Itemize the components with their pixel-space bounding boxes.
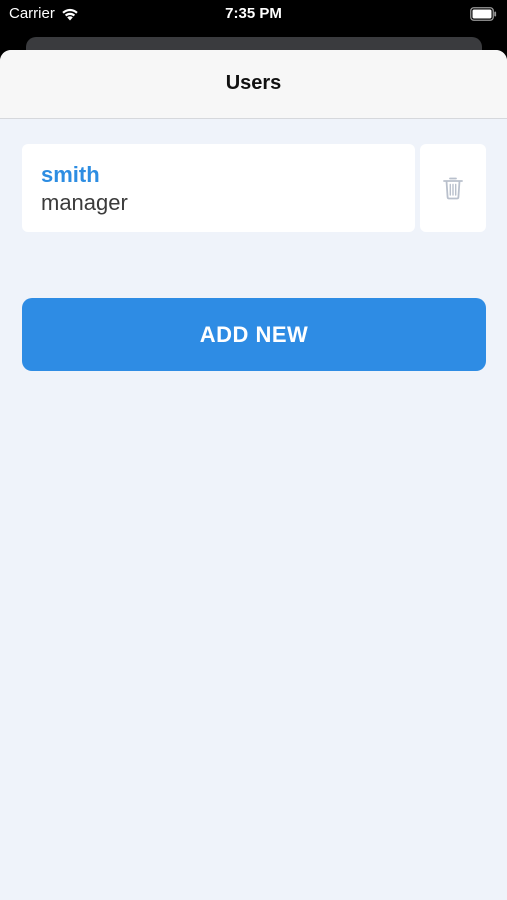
list-item: smith manager: [22, 144, 486, 232]
user-card[interactable]: smith manager: [22, 144, 415, 232]
users-sheet: Users smith manager ADD NEW: [0, 50, 507, 900]
trash-icon: [443, 177, 463, 200]
screen: Carrier 7:35 PM Users smith manager ADD …: [0, 0, 507, 900]
add-new-button[interactable]: ADD NEW: [22, 298, 486, 371]
navigation-bar: Users: [0, 50, 507, 119]
page-title: Users: [225, 72, 282, 94]
delete-user-button[interactable]: [420, 144, 486, 232]
battery-icon: [470, 7, 497, 21]
user-role: manager: [41, 190, 128, 215]
status-time: 7:35 PM: [225, 5, 282, 22]
status-bar: Carrier 7:35 PM: [0, 0, 507, 30]
user-name: smith: [41, 162, 100, 187]
